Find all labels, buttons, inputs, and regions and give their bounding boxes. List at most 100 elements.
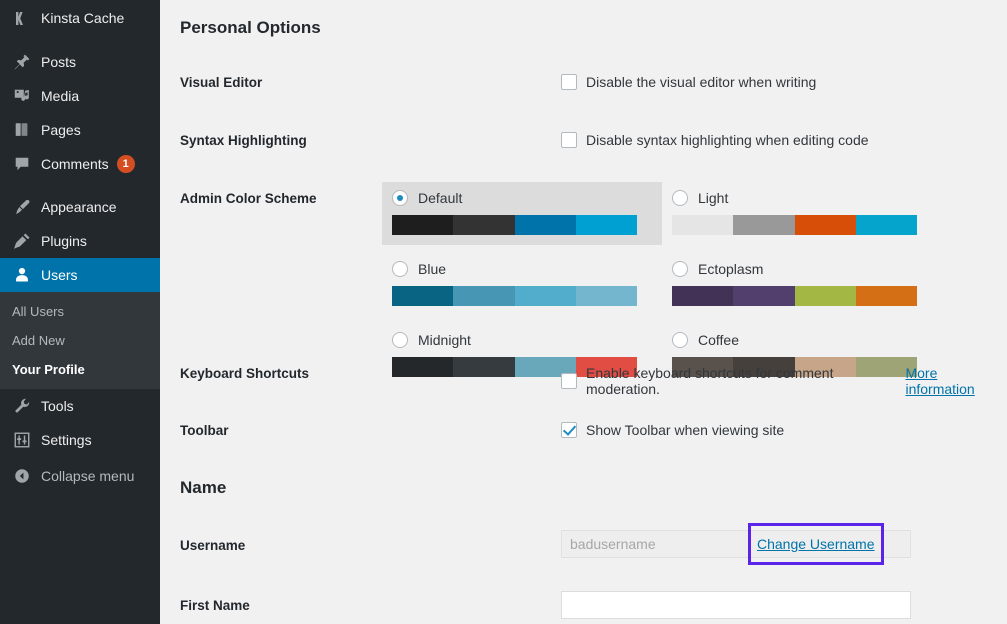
keyboard-shortcuts-checkbox[interactable] bbox=[561, 373, 577, 389]
color-scheme-label: Default bbox=[418, 190, 462, 206]
sidebar-item-label: Comments bbox=[41, 147, 109, 181]
media-icon bbox=[10, 87, 34, 105]
page-title-personal-options: Personal Options bbox=[180, 18, 321, 38]
sidebar-item-users[interactable]: Users bbox=[0, 258, 160, 292]
swatch bbox=[453, 286, 514, 306]
sidebar-divider bbox=[0, 181, 160, 190]
color-scheme-default[interactable]: Default bbox=[382, 182, 662, 245]
kinsta-k-icon bbox=[10, 10, 34, 27]
swatch bbox=[672, 215, 733, 235]
color-scheme-label: Coffee bbox=[698, 332, 739, 348]
sliders-icon bbox=[10, 431, 34, 449]
pin-icon bbox=[10, 53, 34, 71]
comment-icon bbox=[10, 155, 34, 173]
plug-icon bbox=[10, 232, 34, 250]
sidebar-item-label: Settings bbox=[41, 423, 92, 457]
keyboard-shortcuts-checkbox-label: Enable keyboard shortcuts for comment mo… bbox=[586, 365, 900, 397]
syntax-highlighting-option[interactable]: Disable syntax highlighting when editing… bbox=[561, 132, 869, 148]
color-scheme-coffee-radio[interactable] bbox=[672, 332, 688, 348]
sidebar-item-label: Kinsta Cache bbox=[41, 1, 124, 35]
color-scheme-ectoplasm[interactable]: Ectoplasm bbox=[662, 253, 942, 316]
sidebar-item-kinsta-cache[interactable]: Kinsta Cache bbox=[0, 0, 160, 36]
visual-editor-checkbox-label: Disable the visual editor when writing bbox=[586, 74, 816, 90]
color-scheme-label: Ectoplasm bbox=[698, 261, 763, 277]
keyboard-shortcuts-option[interactable]: Enable keyboard shortcuts for comment mo… bbox=[561, 365, 1007, 397]
wordpress-admin-screen: Kinsta Cache Posts Media Pages Com bbox=[0, 0, 1007, 624]
sidebar-item-all-users[interactable]: All Users bbox=[0, 297, 160, 326]
color-scheme-default-radio[interactable] bbox=[392, 190, 408, 206]
swatch bbox=[733, 286, 794, 306]
sidebar-item-collapse-menu[interactable]: Collapse menu bbox=[0, 459, 160, 493]
sidebar-item-label: Posts bbox=[41, 45, 76, 79]
toolbar-checkbox-label: Show Toolbar when viewing site bbox=[586, 422, 784, 438]
sidebar-item-pages[interactable]: Pages bbox=[0, 113, 160, 147]
sidebar-item-add-new[interactable]: Add New bbox=[0, 326, 160, 355]
swatch bbox=[392, 215, 453, 235]
color-scheme-blue-radio[interactable] bbox=[392, 261, 408, 277]
color-scheme-label: Midnight bbox=[418, 332, 471, 348]
sidebar-item-comments[interactable]: Comments 1 bbox=[0, 147, 160, 181]
label-username: Username bbox=[180, 538, 245, 553]
sidebar-item-plugins[interactable]: Plugins bbox=[0, 224, 160, 258]
paintbrush-icon bbox=[10, 198, 34, 216]
sidebar-item-label: Users bbox=[41, 258, 78, 292]
toolbar-option[interactable]: Show Toolbar when viewing site bbox=[561, 422, 784, 438]
sidebar-item-tools[interactable]: Tools bbox=[0, 389, 160, 423]
swatch bbox=[515, 286, 576, 306]
color-scheme-label: Light bbox=[698, 190, 728, 206]
color-scheme-light[interactable]: Light bbox=[662, 182, 942, 245]
color-scheme-default-palette bbox=[392, 215, 637, 235]
visual-editor-option[interactable]: Disable the visual editor when writing bbox=[561, 74, 816, 90]
color-scheme-light-radio[interactable] bbox=[672, 190, 688, 206]
wrench-icon bbox=[10, 397, 34, 415]
sidebar-item-appearance[interactable]: Appearance bbox=[0, 190, 160, 224]
sidebar-item-settings[interactable]: Settings bbox=[0, 423, 160, 457]
comments-count-badge: 1 bbox=[117, 155, 135, 173]
color-scheme-light-palette bbox=[672, 215, 917, 235]
color-scheme-blue-palette bbox=[392, 286, 637, 306]
swatch bbox=[672, 286, 733, 306]
label-toolbar: Toolbar bbox=[180, 423, 229, 438]
color-scheme-light-head: Light bbox=[672, 190, 932, 206]
swatch bbox=[795, 215, 856, 235]
sidebar-item-label: Pages bbox=[41, 113, 81, 147]
collapse-arrow-icon bbox=[10, 467, 34, 485]
sidebar-divider bbox=[0, 36, 160, 45]
swatch bbox=[453, 215, 514, 235]
label-first-name: First Name bbox=[180, 598, 250, 613]
swatch bbox=[795, 286, 856, 306]
color-scheme-grid: Default Light bbox=[382, 182, 1007, 395]
toolbar-checkbox[interactable] bbox=[561, 422, 577, 438]
user-icon bbox=[10, 266, 34, 284]
swatch bbox=[576, 215, 637, 235]
color-scheme-midnight-radio[interactable] bbox=[392, 332, 408, 348]
visual-editor-checkbox[interactable] bbox=[561, 74, 577, 90]
color-scheme-coffee-head: Coffee bbox=[672, 332, 932, 348]
color-scheme-ectoplasm-radio[interactable] bbox=[672, 261, 688, 277]
label-syntax-highlighting: Syntax Highlighting bbox=[180, 133, 307, 148]
label-visual-editor: Visual Editor bbox=[180, 75, 262, 90]
first-name-input[interactable] bbox=[561, 591, 911, 619]
sidebar-item-label: Plugins bbox=[41, 224, 87, 258]
syntax-highlighting-checkbox-label: Disable syntax highlighting when editing… bbox=[586, 132, 869, 148]
profile-main-content: Personal Options Visual Editor Disable t… bbox=[160, 0, 1007, 624]
swatch bbox=[515, 215, 576, 235]
sidebar-item-posts[interactable]: Posts bbox=[0, 45, 160, 79]
admin-sidebar: Kinsta Cache Posts Media Pages Com bbox=[0, 0, 160, 624]
swatch bbox=[733, 215, 794, 235]
swatch bbox=[453, 357, 514, 377]
syntax-highlighting-checkbox[interactable] bbox=[561, 132, 577, 148]
swatch bbox=[856, 286, 917, 306]
more-information-link[interactable]: More information bbox=[905, 365, 1007, 397]
sidebar-item-label: Collapse menu bbox=[41, 459, 134, 493]
sidebar-item-your-profile[interactable]: Your Profile bbox=[0, 355, 160, 384]
sidebar-item-label: Tools bbox=[41, 389, 74, 423]
swatch bbox=[576, 286, 637, 306]
change-username-link[interactable]: Change Username bbox=[757, 536, 875, 552]
label-admin-color-scheme: Admin Color Scheme bbox=[180, 191, 317, 206]
color-scheme-blue[interactable]: Blue bbox=[382, 253, 662, 316]
color-scheme-midnight-head: Midnight bbox=[392, 332, 652, 348]
admin-color-scheme-options: Default Light bbox=[382, 182, 1007, 395]
swatch bbox=[392, 286, 453, 306]
sidebar-item-media[interactable]: Media bbox=[0, 79, 160, 113]
